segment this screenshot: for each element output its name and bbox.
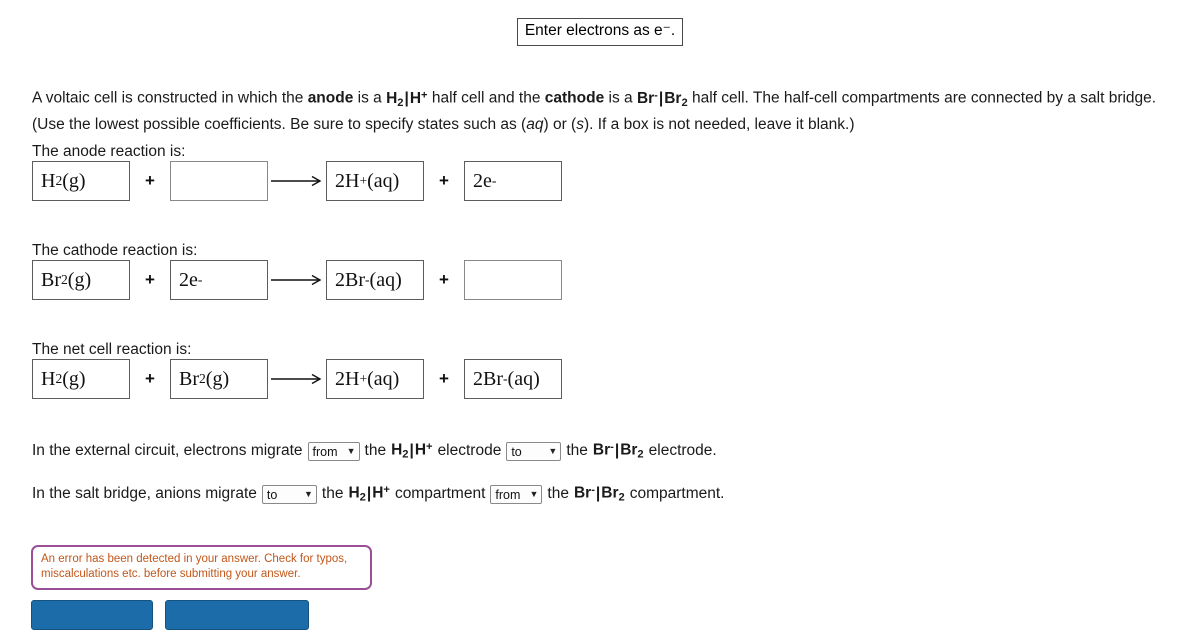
net-plus-1: + xyxy=(145,369,155,388)
select-value: from xyxy=(495,487,521,502)
net-reaction-row: H 2 (g) + Br 2 (g) 2H + (aq) + 2Br - (aq) xyxy=(32,359,562,399)
chevron-down-icon: ▼ xyxy=(529,489,539,500)
salt-bridge-text-a: In the salt bridge, anions migrate xyxy=(32,484,257,502)
external-circuit-direction-select-2[interactable]: to ▼ xyxy=(506,442,562,462)
instruction-text-a: (Use the lowest possible coefficients. B… xyxy=(32,116,527,133)
statement-text-a: A voltaic cell is constructed in which t… xyxy=(32,89,308,107)
external-circuit-electrode-1: H2|H+ xyxy=(391,441,433,461)
cathode-reaction-label: The cathode reaction is: xyxy=(32,242,198,259)
net-product1-input[interactable]: 2H + (aq) xyxy=(326,359,424,399)
state-s: s xyxy=(576,116,584,133)
statement-text-e: half cell. The half-cell compartments ar… xyxy=(687,89,1157,107)
cathode-half-cell-formula: Br-|Br2 xyxy=(636,89,688,109)
anode-reaction-row: H 2 (g) + 2H + (aq) + 2e - xyxy=(32,161,562,201)
anode-product1-input[interactable]: 2H + (aq) xyxy=(326,161,424,201)
anode-plus-2: + xyxy=(439,171,449,190)
select-value: to xyxy=(266,487,278,502)
net-reaction-label: The net cell reaction is: xyxy=(32,341,192,358)
cathode-plus-1: + xyxy=(145,270,155,289)
chevron-down-icon: ▼ xyxy=(548,446,558,457)
anode-arrow-icon xyxy=(268,174,326,188)
salt-bridge-direction-select-1[interactable]: to ▼ xyxy=(261,485,317,505)
anode-reactant1-input[interactable]: H 2 (g) xyxy=(32,161,130,201)
external-circuit-electrode-2: Br-|Br2 xyxy=(592,441,644,461)
salt-bridge-compartment-1: H2|H+ xyxy=(348,484,390,504)
anode-reaction-label: The anode reaction is: xyxy=(32,143,186,160)
enter-electrons-hint: Enter electrons as e⁻. xyxy=(516,18,684,46)
external-circuit-text-b: the xyxy=(364,441,387,459)
cathode-reactant2-input[interactable]: 2e - xyxy=(170,260,268,300)
cathode-plus-2: + xyxy=(439,270,449,289)
statement-text-c: half cell and the xyxy=(427,89,545,107)
anode-half-cell-formula: H2|H+ xyxy=(386,89,428,109)
instruction-text-b: ) or ( xyxy=(543,116,577,133)
salt-bridge-text-c: compartment xyxy=(394,484,486,502)
salt-bridge-sentence: In the salt bridge, anions migrate to ▼ … xyxy=(32,484,725,505)
net-reactant2-input[interactable]: Br 2 (g) xyxy=(170,359,268,399)
error-message-box: An error has been detected in your answe… xyxy=(31,545,372,590)
cathode-product2-input[interactable] xyxy=(464,260,562,300)
net-reactant1-input[interactable]: H 2 (g) xyxy=(32,359,130,399)
chevron-down-icon: ▼ xyxy=(303,489,313,500)
statement-text-d: is a xyxy=(604,89,637,107)
select-value: to xyxy=(511,444,522,459)
salt-bridge-direction-select-2[interactable]: from ▼ xyxy=(490,485,543,505)
statement-text-b: is a xyxy=(353,89,387,107)
external-circuit-text-a: In the external circuit, electrons migra… xyxy=(32,441,303,459)
anode-product2-input[interactable]: 2e - xyxy=(464,161,562,201)
salt-bridge-text-e: compartment. xyxy=(629,484,725,502)
anode-plus-1: + xyxy=(145,171,155,190)
net-product2-input[interactable]: 2Br - (aq) xyxy=(464,359,562,399)
salt-bridge-text-b: the xyxy=(321,484,344,502)
cathode-keyword: cathode xyxy=(544,89,605,107)
problem-statement-line-1: A voltaic cell is constructed in which t… xyxy=(32,84,1156,113)
hint-banner: Enter electrons as e⁻. xyxy=(0,18,1200,46)
external-circuit-text-d: the xyxy=(566,441,588,459)
external-circuit-direction-select-1[interactable]: from ▼ xyxy=(307,442,360,462)
instruction-text-c: ). If a box is not needed, leave it blan… xyxy=(583,116,855,133)
salt-bridge-compartment-2: Br-|Br2 xyxy=(573,484,625,504)
external-circuit-text-c: electrode xyxy=(437,441,502,459)
select-value: from xyxy=(312,444,338,459)
net-plus-2: + xyxy=(439,369,449,388)
error-message-line-2: miscalculations etc. before submitting y… xyxy=(41,567,301,580)
error-message-line-1: An error has been detected in your answe… xyxy=(41,553,348,565)
anode-keyword: anode xyxy=(307,89,354,107)
cathode-reactant1-input[interactable]: Br 2 (g) xyxy=(32,260,130,300)
salt-bridge-text-d: the xyxy=(547,484,569,502)
problem-statement-line-2: (Use the lowest possible coefficients. B… xyxy=(32,114,855,136)
state-aq: aq xyxy=(526,116,544,133)
net-arrow-icon xyxy=(268,372,326,386)
cathode-reaction-row: Br 2 (g) + 2e - 2Br - (aq) + xyxy=(32,260,562,300)
chevron-down-icon: ▼ xyxy=(346,446,356,457)
external-circuit-sentence: In the external circuit, electrons migra… xyxy=(32,441,717,462)
external-circuit-text-e: electrode. xyxy=(648,441,717,459)
cathode-arrow-icon xyxy=(268,273,326,287)
anode-reactant2-input[interactable] xyxy=(170,161,268,201)
cathode-product1-input[interactable]: 2Br - (aq) xyxy=(326,260,424,300)
